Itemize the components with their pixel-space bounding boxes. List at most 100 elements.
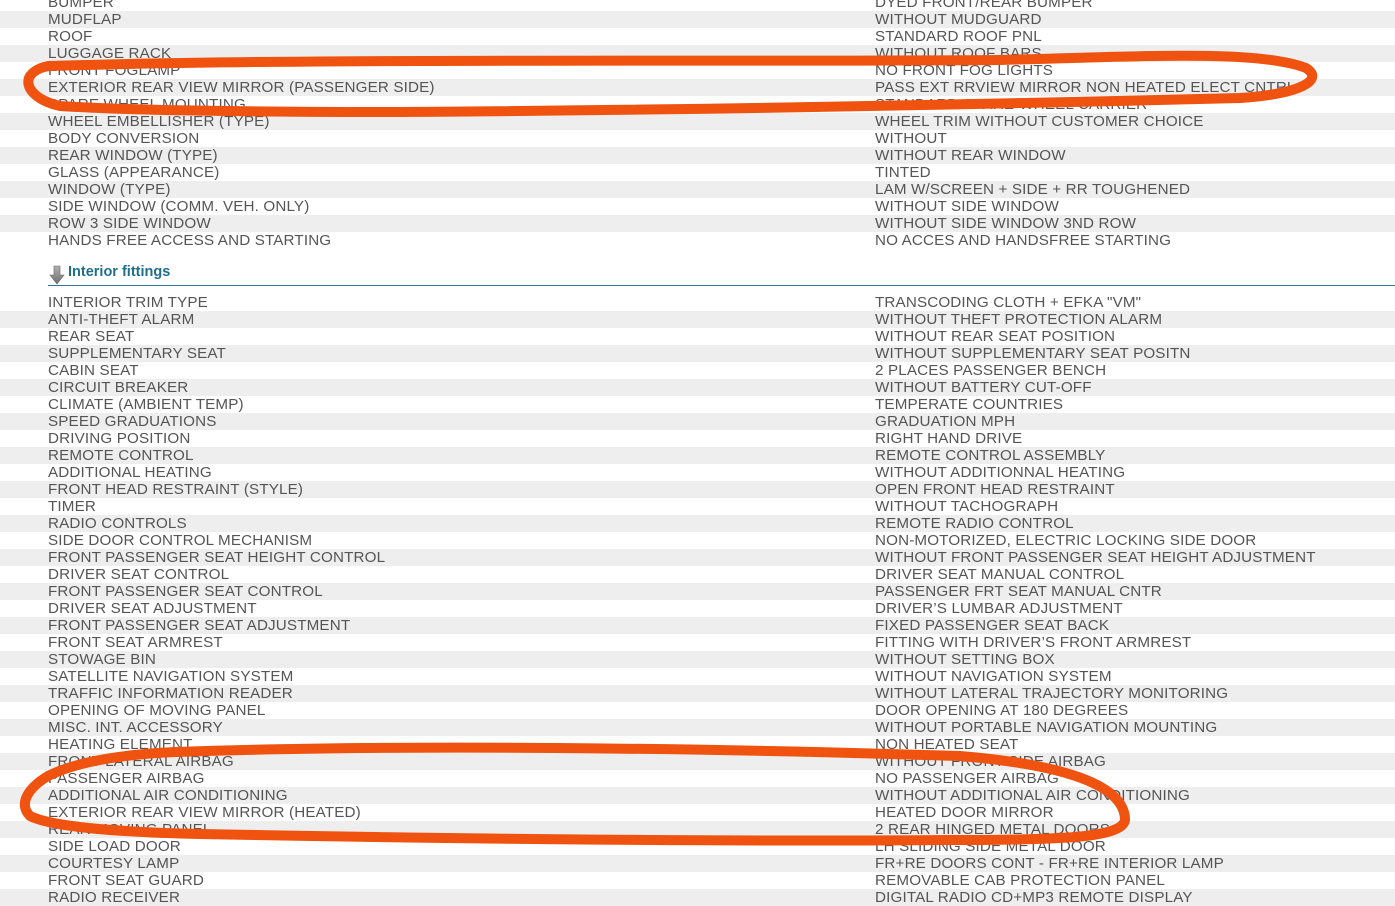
option-row: BODY CONVERSION WITHOUT (0, 130, 1395, 147)
option-row: SPEED GRADUATIONS GRADUATION MPH (0, 413, 1395, 430)
option-row: OPENING OF MOVING PANEL DOOR OPENING AT 1… (0, 702, 1395, 719)
option-row: PASSENGER AIRBAG NO PASSENGER AIRBAG (0, 770, 1395, 787)
option-value: 2 REAR HINGED METAL DOORS (875, 821, 1110, 838)
option-row: RADIO CONTROLS REMOTE RADIO CONTROL (0, 515, 1395, 532)
option-value: WITHOUT FRONT PASSENGER SEAT HEIGHT ADJU… (875, 549, 1316, 566)
option-label: PASSENGER AIRBAG (48, 770, 205, 787)
option-value: WITHOUT PORTABLE NAVIGATION MOUNTING (875, 719, 1218, 736)
option-value: STANDARD ROOF PNL (875, 28, 1042, 45)
option-label: SIDE WINDOW (COMM. VEH. ONLY) (48, 198, 310, 215)
option-row: FRONT PASSENGER SEAT HEIGHT CONTROL WITHO… (0, 549, 1395, 566)
option-label: FRONT LATERAL AIRBAG (48, 753, 234, 770)
option-label: BUMPER (48, 0, 114, 11)
option-value: WITHOUT REAR SEAT POSITION (875, 328, 1116, 345)
option-value: PASSENGER FRT SEAT MANUAL CNTR (875, 583, 1162, 600)
option-label: BODY CONVERSION (48, 130, 200, 147)
option-label: HANDS FREE ACCESS AND STARTING (48, 232, 332, 249)
option-value: RIGHT HAND DRIVE (875, 430, 1023, 447)
option-row: COURTESY LAMP FR+RE DOORS CONT - FR+RE IN… (0, 855, 1395, 872)
option-value: LAM W/SCREEN + SIDE + RR TOUGHENED (875, 181, 1191, 198)
option-label: SPARE WHEEL MOUNTING (48, 96, 246, 113)
option-row: FRONT FOGLAMP NO FRONT FOG LIGHTS (0, 62, 1395, 79)
option-label: EXTERIOR REAR VIEW MIRROR (PASSENGER SID… (48, 79, 435, 96)
option-label: EXTERIOR REAR VIEW MIRROR (HEATED) (48, 804, 361, 821)
option-value: WITHOUT FRONT SIDE AIRBAG (875, 753, 1107, 770)
option-value: WITHOUT SIDE WINDOW (875, 198, 1059, 215)
option-value: DYED FRONT/REAR BUMPER (875, 0, 1093, 11)
option-row: WHEEL EMBELLISHER (TYPE) WHEEL TRIM WITHO… (0, 113, 1395, 130)
option-row: CLIMATE (AMBIENT TEMP) TEMPERATE COUNTRIE… (0, 396, 1395, 413)
option-label: SATELLITE NAVIGATION SYSTEM (48, 668, 294, 685)
exterior-options-table: BUMPER DYED FRONT/REAR BUMPER MUDFLAP WITHO… (0, 0, 1395, 249)
option-label: CLIMATE (AMBIENT TEMP) (48, 396, 244, 413)
option-label: RADIO RECEIVER (48, 889, 181, 906)
option-value: NO ACCES AND HANDSFREE STARTING (875, 232, 1172, 249)
option-label: WHEEL EMBELLISHER (TYPE) (48, 113, 270, 130)
option-label: CIRCUIT BREAKER (48, 379, 189, 396)
option-value: REMOVABLE CAB PROTECTION PANEL (875, 872, 1166, 889)
option-row: HEATING ELEMENT NON HEATED SEAT (0, 736, 1395, 753)
option-label: MISC. INT. ACCESSORY (48, 719, 223, 736)
option-value: NON HEATED SEAT (875, 736, 1019, 753)
option-row: RADIO RECEIVER DIGITAL RADIO CD+MP3 REMOT… (0, 889, 1395, 906)
option-row: FRONT PASSENGER SEAT CONTROL PASSENGER FR… (0, 583, 1395, 600)
option-value: DOOR OPENING AT 180 DEGREES (875, 702, 1129, 719)
option-value: WITHOUT SUPPLEMENTARY SEAT POSITN (875, 345, 1191, 362)
option-row: GLASS (APPEARANCE) TINTED (0, 164, 1395, 181)
option-value: STANDARD SPARE-WHEEL CARRIER (875, 96, 1148, 113)
option-label: REMOTE CONTROL (48, 447, 194, 464)
option-value: HEATED DOOR MIRROR (875, 804, 1054, 821)
option-label: ADDITIONAL AIR CONDITIONING (48, 787, 288, 804)
option-label: REAR SEAT (48, 328, 135, 345)
option-value: OPEN FRONT HEAD RESTRAINT (875, 481, 1115, 498)
option-row: FRONT SEAT GUARD REMOVABLE CAB PROTECTION… (0, 872, 1395, 889)
option-label: DRIVER SEAT ADJUSTMENT (48, 600, 257, 617)
option-value: WHEEL TRIM WITHOUT CUSTOMER CHOICE (875, 113, 1204, 130)
option-row: DRIVING POSITION RIGHT HAND DRIVE (0, 430, 1395, 447)
option-label: FRONT FOGLAMP (48, 62, 181, 79)
option-value: PASS EXT RRVIEW MIRROR NON HEATED ELECT … (875, 79, 1296, 96)
option-label: TRAFFIC INFORMATION READER (48, 685, 293, 702)
option-row: MUDFLAP WITHOUT MUDGUARD (0, 11, 1395, 28)
option-label: FRONT PASSENGER SEAT CONTROL (48, 583, 323, 600)
section-divider (48, 285, 1395, 286)
option-label: DRIVING POSITION (48, 430, 191, 447)
option-row: ROW 3 SIDE WINDOW WITHOUT SIDE WINDOW 3ND… (0, 215, 1395, 232)
option-row: MISC. INT. ACCESSORY WITHOUT PORTABLE NAV… (0, 719, 1395, 736)
option-value: WITHOUT (875, 130, 947, 147)
section-title: Interior fittings (68, 264, 171, 280)
option-row: HANDS FREE ACCESS AND STARTING NO ACCES A… (0, 232, 1395, 249)
option-row: REAR MOVING PANEL 2 REAR HINGED METAL DOO… (0, 821, 1395, 838)
option-value: WITHOUT LATERAL TRAJECTORY MONITORING (875, 685, 1229, 702)
option-label: OPENING OF MOVING PANEL (48, 702, 266, 719)
option-row: INTERIOR TRIM TYPE TRANSCODING CLOTH + EF… (0, 294, 1395, 311)
option-label: REAR WINDOW (TYPE) (48, 147, 218, 164)
option-label: CABIN SEAT (48, 362, 139, 379)
option-value: TRANSCODING CLOTH + EFKA "VM" (875, 294, 1142, 311)
option-row: REAR SEAT WITHOUT REAR SEAT POSITION (0, 328, 1395, 345)
option-label: ADDITIONAL HEATING (48, 464, 212, 481)
option-label: FRONT HEAD RESTRAINT (STYLE) (48, 481, 304, 498)
option-label: DRIVER SEAT CONTROL (48, 566, 230, 583)
option-label: RADIO CONTROLS (48, 515, 187, 532)
option-label: FRONT SEAT GUARD (48, 872, 204, 889)
option-row: ROOF STANDARD ROOF PNL (0, 28, 1395, 45)
option-label: REAR MOVING PANEL (48, 821, 212, 838)
option-value: FR+RE DOORS CONT - FR+RE INTERIOR LAMP (875, 855, 1224, 872)
option-row: ADDITIONAL HEATING WITHOUT ADDITIONNAL HE… (0, 464, 1395, 481)
option-label: GLASS (APPEARANCE) (48, 164, 220, 181)
option-value: NO PASSENGER AIRBAG (875, 770, 1060, 787)
option-value: DIGITAL RADIO CD+MP3 REMOTE DISPLAY (875, 889, 1193, 906)
option-label: FRONT SEAT ARMREST (48, 634, 223, 651)
option-row: TRAFFIC INFORMATION READER WITHOUT LATERA… (0, 685, 1395, 702)
option-row: REAR WINDOW (TYPE) WITHOUT REAR WINDOW (0, 147, 1395, 164)
option-value: NO FRONT FOG LIGHTS (875, 62, 1054, 79)
option-value: REMOTE RADIO CONTROL (875, 515, 1074, 532)
option-row: SIDE WINDOW (COMM. VEH. ONLY) WITHOUT SID… (0, 198, 1395, 215)
option-label: TIMER (48, 498, 96, 515)
option-row: SATELLITE NAVIGATION SYSTEM WITHOUT NAVIG… (0, 668, 1395, 685)
option-value: WITHOUT REAR WINDOW (875, 147, 1066, 164)
option-row: SUPPLEMENTARY SEAT WITHOUT SUPPLEMENTARY … (0, 345, 1395, 362)
option-label: LUGGAGE RACK (48, 45, 172, 62)
interior-fittings-header[interactable]: Interior fittings (0, 262, 1395, 287)
